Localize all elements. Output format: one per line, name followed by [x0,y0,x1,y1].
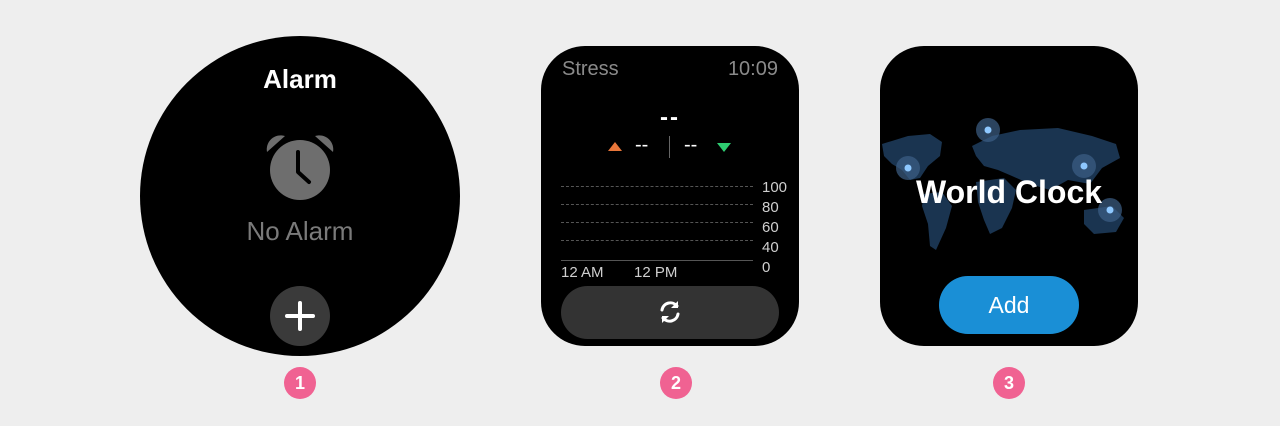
add-city-button[interactable]: Add [939,276,1079,334]
stress-chart: 100 80 60 40 0 12 AM 12 PM [561,179,799,281]
y-tick-label: 80 [762,199,779,216]
x-tick-label: 12 PM [634,264,678,281]
y-tick-label: 0 [762,259,771,276]
x-tick-label: 12 AM [561,264,604,281]
high-indicator-icon [717,143,731,152]
stress-value: -- [660,104,680,131]
alarm-watch-screen: Alarm No Alarm [140,36,460,356]
alarm-title: Alarm [263,64,337,94]
gridline [561,186,753,187]
step-badge-3: 3 [993,367,1025,399]
plus-icon [285,301,315,331]
gridline [561,204,753,205]
chart-baseline [561,260,753,261]
y-tick-label: 40 [762,239,779,256]
step-badge-2: 2 [660,367,692,399]
refresh-icon [660,301,680,323]
gridline [561,240,753,241]
world-clock-watch-screen: World Clock Add [880,46,1138,346]
world-clock-title: World Clock [915,174,1103,210]
stress-watch-screen: Stress 10:09 -- -- -- 100 80 60 40 0 12 … [541,46,799,346]
alarm-clock-icon [263,132,337,202]
stress-high-value: -- [684,134,698,156]
stress-title: Stress [562,58,619,80]
clock-time: 10:09 [727,58,778,80]
y-tick-label: 100 [762,179,788,196]
add-alarm-button[interactable] [270,286,330,346]
low-indicator-icon [608,142,622,151]
value-divider [669,136,670,158]
step-badge-1: 1 [284,367,316,399]
refresh-button[interactable] [561,286,779,339]
gridline [561,222,753,223]
stress-low-value: -- [635,134,649,156]
alarm-status-text: No Alarm [246,216,354,246]
y-tick-label: 60 [762,219,779,236]
